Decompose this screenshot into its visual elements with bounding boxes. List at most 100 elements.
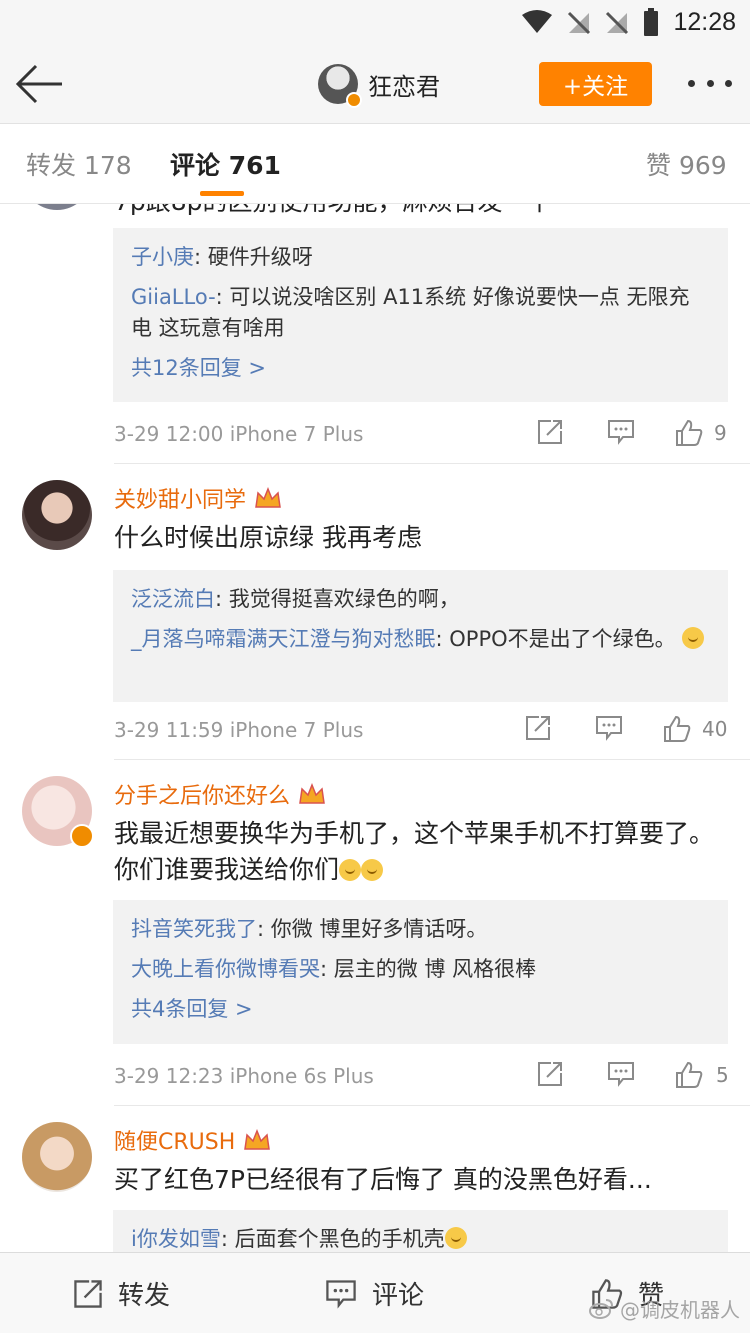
watermark: @调皮机器人 (588, 1294, 740, 1323)
repost-icon[interactable] (536, 418, 564, 446)
bottom-action-bar: 转发 评论 赞 @调皮机器人 (0, 1252, 750, 1333)
repost-icon[interactable] (536, 1060, 564, 1088)
more-replies-link[interactable]: 共12条回复 > (131, 353, 710, 384)
status-icons: 12:28 (521, 6, 736, 38)
tab-label: 赞 (646, 151, 672, 180)
top-nav: 狂恋君 +关注 (0, 44, 750, 124)
comment-text: 7p跟8p的区别使用功能，麻烦告发一下 (114, 204, 714, 220)
battery-icon (644, 8, 659, 36)
comment-text: 我最近想要换华为手机了，这个苹果手机不打算要了。你们谁要我送给你们 (114, 816, 714, 888)
avatar[interactable] (22, 480, 92, 550)
repost-button[interactable]: 转发 (72, 1253, 170, 1333)
avatar[interactable] (318, 64, 362, 108)
weibo-logo-icon (589, 1298, 613, 1319)
repost-label: 转发 (118, 1281, 171, 1311)
comment-actions: 5 (536, 1060, 730, 1092)
wifi-icon (522, 10, 553, 33)
more-options-button[interactable] (688, 80, 732, 90)
dot-icon (688, 80, 695, 87)
tab-label: 转发 (26, 151, 77, 180)
back-button[interactable] (14, 62, 66, 106)
reply-box[interactable]: 子小庚: 硬件升级呀 GiiaLLo-: 可以说没啥区别 A11系统 好像说要快… (113, 228, 728, 402)
thumbs-up-icon[interactable] (674, 418, 704, 448)
dot-icon (706, 80, 714, 87)
comment-text: 什么时候出原谅绿 我再考虑 (114, 523, 422, 552)
comment-icon[interactable] (606, 418, 636, 446)
reply-username[interactable]: 子小庚 (131, 245, 194, 269)
verified-badge-icon (346, 92, 362, 108)
tab-count: 969 (678, 151, 727, 180)
reply-line: GiiaLLo-: 可以说没啥区别 A11系统 好像说要快一点 无限充电 这玩意… (131, 282, 710, 344)
crown-badge-icon (244, 1129, 271, 1150)
crown-badge-icon (299, 783, 325, 804)
reply-line: _月落乌啼霜满天江澄与狗对愁眠: OPPO不是出了个绿色。 (131, 624, 710, 655)
emoji-icon (444, 1227, 467, 1249)
reply-username[interactable]: 抖音笑死我了 (131, 917, 257, 941)
tab-label: 评论 (170, 151, 221, 180)
reply-line: 抖音笑死我了: 你微 博里好多情话呀。 (131, 914, 710, 945)
like-count: 5 (716, 1063, 729, 1087)
reply-username[interactable]: i你发如雪 (131, 1227, 221, 1251)
comment-date: 3-29 12:00 (114, 422, 224, 446)
profile-header[interactable]: 狂恋君 (318, 60, 440, 108)
comment-username-row[interactable]: 分手之后你还好么 (114, 778, 326, 810)
no-signal-icon (568, 11, 591, 35)
comment-username-row[interactable]: 关妙甜小同学 (114, 482, 282, 514)
comment-icon (326, 1279, 356, 1309)
divider (114, 463, 750, 464)
reply-text: : 你微 博里好多情话呀。 (257, 917, 488, 941)
avatar[interactable] (22, 204, 92, 210)
reply-box[interactable]: 抖音笑死我了: 你微 博里好多情话呀。 大晚上看你微博看哭: 层主的微 博 风格… (113, 900, 728, 1044)
comment-username[interactable]: 随便CRUSH (114, 1124, 235, 1156)
follow-button[interactable]: +关注 (539, 62, 652, 106)
repost-icon (74, 1279, 102, 1308)
tab-comments[interactable]: 评论 761 (170, 146, 281, 182)
comment-username[interactable]: 关妙甜小同学 (114, 482, 246, 514)
reply-username[interactable]: GiiaLLo- (131, 285, 216, 309)
comment-icon[interactable] (594, 714, 624, 742)
tab-reposts[interactable]: 转发 178 (26, 146, 132, 182)
comment-text: 买了红色7P已经很有了后悔了 真的没黑色好看... (114, 1165, 652, 1194)
emoji-icon (361, 859, 384, 881)
reply-text: : 后面套个黑色的手机壳 (220, 1227, 445, 1251)
reply-username[interactable]: _月落乌啼霜满天江澄与狗对愁眠 (131, 627, 436, 651)
thumbs-up-icon[interactable] (662, 714, 692, 744)
comment-button[interactable]: 评论 (324, 1253, 424, 1333)
reply-username[interactable]: 泛泛流白 (131, 587, 215, 611)
tab-count: 178 (83, 151, 132, 180)
nav-username[interactable]: 狂恋君 (368, 67, 440, 102)
tab-count: 761 (228, 151, 281, 180)
back-arrow-icon (15, 64, 62, 104)
repost-icon[interactable] (524, 714, 552, 742)
like-count: 9 (714, 421, 727, 445)
comment-label: 评论 (372, 1281, 425, 1311)
more-replies-link[interactable]: 共4条回复 > (131, 994, 710, 1025)
comment-username-row[interactable]: 随便CRUSH (114, 1124, 271, 1156)
tab-likes[interactable]: 赞 969 (646, 146, 727, 182)
reply-line: 子小庚: 硬件升级呀 (131, 242, 710, 273)
reply-text: : OPPO不是出了个绿色。 (435, 627, 676, 651)
reply-line: 泛泛流白: 我觉得挺喜欢绿色的啊， (131, 584, 710, 615)
thumbs-up-icon[interactable] (674, 1060, 704, 1090)
comment-actions: 9 (536, 418, 730, 450)
reply-line: 大晚上看你微博看哭: 层主的微 博 风格很棒 (131, 954, 710, 985)
no-signal-icon-2 (606, 11, 629, 35)
comment-username[interactable]: 分手之后你还好么 (114, 778, 290, 810)
comment-feed[interactable]: 7p跟8p的区别使用功能，麻烦告发一下 子小庚: 硬件升级呀 GiiaLLo-:… (0, 204, 750, 1252)
comment-icon[interactable] (606, 1060, 636, 1088)
comment-meta: 3-29 12:23 iPhone 6s Plus (114, 1064, 374, 1088)
reply-text: : 我觉得挺喜欢绿色的啊， (215, 587, 460, 611)
avatar[interactable] (22, 776, 94, 848)
verified-badge-icon (70, 824, 94, 848)
reply-box[interactable]: 泛泛流白: 我觉得挺喜欢绿色的啊， _月落乌啼霜满天江澄与狗对愁眠: OPPO不… (113, 570, 728, 702)
comment-date: 3-29 11:59 (114, 718, 224, 742)
reply-username[interactable]: 大晚上看你微博看哭 (131, 957, 320, 981)
comment-meta: 3-29 11:59 iPhone 7 Plus (114, 718, 363, 742)
divider (114, 1105, 750, 1106)
watermark-text: @调皮机器人 (620, 1298, 740, 1322)
crown-badge-icon (255, 487, 281, 508)
avatar[interactable] (22, 1122, 92, 1192)
comment-date: 3-29 12:23 (114, 1064, 224, 1088)
reply-line: i你发如雪: 后面套个黑色的手机壳 (131, 1224, 710, 1252)
reply-box[interactable]: i你发如雪: 后面套个黑色的手机壳 (113, 1210, 728, 1252)
